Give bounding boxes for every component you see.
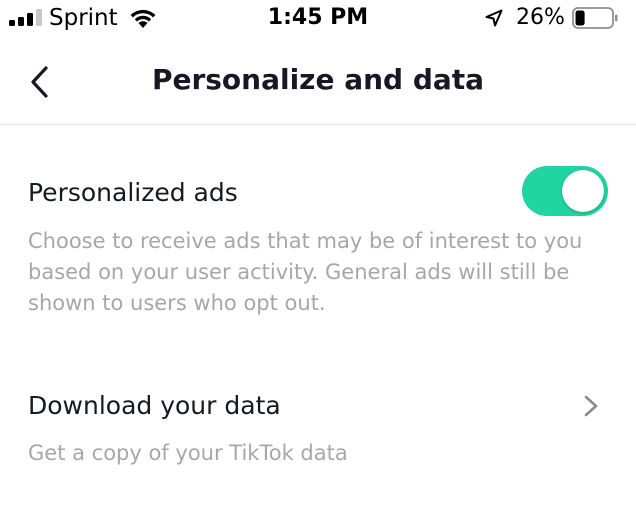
page-title: Personalize and data — [151, 63, 485, 96]
battery-icon — [572, 7, 618, 29]
personalized-ads-description: Choose to receive ads that may be of int… — [28, 229, 583, 315]
download-data-title: Download your data — [28, 391, 281, 420]
chevron-right-icon — [584, 395, 598, 417]
location-arrow-icon — [485, 9, 503, 27]
battery-percentage: 26% — [516, 5, 565, 30]
toggle-knob — [562, 170, 604, 212]
personalized-ads-toggle[interactable] — [522, 166, 608, 216]
download-data-description: Get a copy of your TikTok data — [28, 441, 348, 465]
status-bar: Sprint 1:45 PM 26% — [0, 0, 636, 40]
personalize-and-data-screen: Sprint 1:45 PM 26% Personalize and data … — [0, 0, 636, 524]
personalized-ads-title: Personalized ads — [28, 178, 238, 207]
navigation-bar: Personalize and data — [0, 40, 636, 125]
